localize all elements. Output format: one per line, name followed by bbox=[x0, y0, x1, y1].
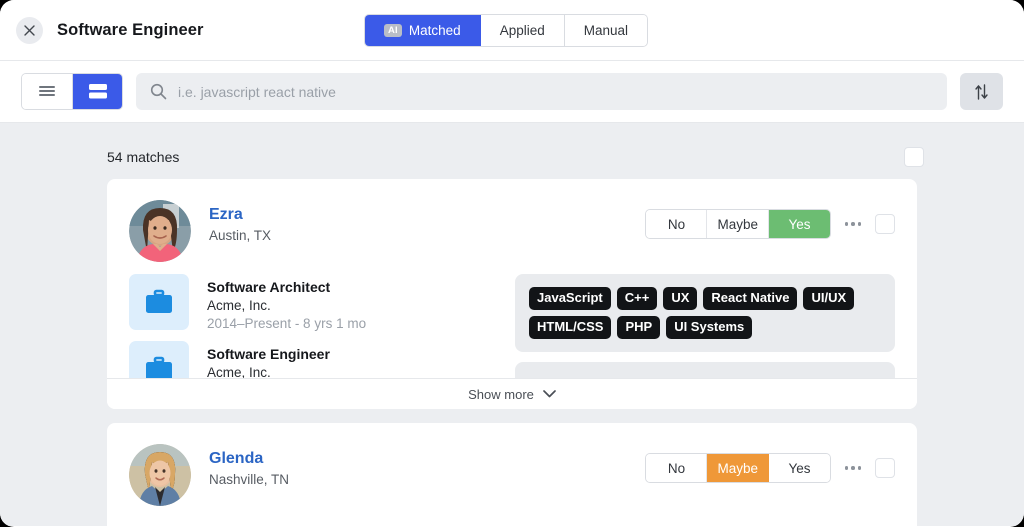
rating-no-button[interactable]: No bbox=[646, 210, 707, 238]
matches-count: 54 matches bbox=[107, 149, 179, 165]
tab-label-manual: Manual bbox=[584, 23, 628, 38]
skill-tag[interactable]: React Native bbox=[703, 287, 797, 310]
view-tabs: AI Matched Applied Manual bbox=[364, 14, 648, 47]
dot-icon bbox=[851, 222, 855, 226]
rating-maybe-button[interactable]: Maybe bbox=[707, 454, 769, 482]
skill-tag[interactable]: UI/UX bbox=[803, 287, 854, 310]
candidate-header: Glenda Nashville, TN No Maybe Yes bbox=[107, 423, 917, 506]
tab-label-applied: Applied bbox=[500, 23, 545, 38]
job-company: Acme, Inc. bbox=[207, 298, 366, 313]
candidate-location: Austin, TX bbox=[209, 228, 645, 243]
close-button[interactable] bbox=[16, 17, 43, 44]
results-area: 54 matches bbox=[0, 123, 1024, 526]
card-view-icon bbox=[87, 83, 109, 100]
candidate-card[interactable]: Ezra Austin, TX No Maybe Yes bbox=[107, 179, 917, 409]
candidate-actions: No Maybe Yes bbox=[645, 444, 895, 483]
more-options-button[interactable] bbox=[831, 222, 875, 226]
show-more-button[interactable]: Show more bbox=[107, 378, 917, 409]
chevron-down-icon bbox=[543, 390, 556, 398]
tab-label-matched: Matched bbox=[409, 23, 461, 38]
tab-ai-matched[interactable]: AI Matched bbox=[365, 15, 481, 46]
job-title: Software Architect bbox=[207, 279, 366, 295]
skills-panel: JavaScript C++ UX React Native UI/UX HTM… bbox=[515, 274, 895, 352]
ai-badge: AI bbox=[384, 24, 402, 38]
candidate-select-checkbox[interactable] bbox=[875, 458, 895, 478]
skill-tag[interactable]: C++ bbox=[617, 287, 658, 310]
candidate-identity: Ezra Austin, TX bbox=[209, 200, 645, 243]
dot-icon bbox=[858, 222, 862, 226]
candidate-card[interactable]: Glenda Nashville, TN No Maybe Yes bbox=[107, 423, 917, 526]
app-header: Software Engineer AI Matched Applied Man… bbox=[0, 0, 1024, 61]
skill-tag[interactable]: PHP bbox=[617, 316, 660, 339]
ezra-avatar-image bbox=[129, 200, 191, 262]
show-more-label: Show more bbox=[468, 387, 534, 402]
more-options-button[interactable] bbox=[831, 466, 875, 470]
tab-applied[interactable]: Applied bbox=[481, 15, 565, 46]
dot-icon bbox=[858, 466, 862, 470]
candidate-select-checkbox[interactable] bbox=[875, 214, 895, 234]
rating-yes-button[interactable]: Yes bbox=[769, 210, 830, 238]
candidate-identity: Glenda Nashville, TN bbox=[209, 444, 645, 487]
skill-tag[interactable]: HTML/CSS bbox=[529, 316, 611, 339]
toolbar bbox=[0, 61, 1024, 123]
rating-group: No Maybe Yes bbox=[645, 453, 831, 483]
tab-manual[interactable]: Manual bbox=[565, 15, 647, 46]
job-dates: 2014–Present - 8 yrs 1 mo bbox=[207, 316, 366, 331]
experience-text: Software Architect Acme, Inc. 2014–Prese… bbox=[207, 274, 366, 331]
list-view-icon bbox=[37, 85, 57, 99]
skill-tag[interactable]: UI Systems bbox=[666, 316, 752, 339]
search-input[interactable] bbox=[178, 84, 933, 100]
page-title: Software Engineer bbox=[57, 21, 204, 40]
avatar[interactable] bbox=[129, 444, 191, 506]
sort-icon bbox=[973, 83, 990, 101]
experience-text: Software Engineer Acme, Inc. bbox=[207, 341, 330, 380]
dot-icon bbox=[845, 222, 849, 226]
skills-list: JavaScript C++ UX React Native UI/UX HTM… bbox=[529, 287, 881, 339]
dot-icon bbox=[845, 466, 849, 470]
candidate-actions: No Maybe Yes bbox=[645, 200, 895, 239]
candidate-location: Nashville, TN bbox=[209, 472, 645, 487]
candidate-name[interactable]: Glenda bbox=[209, 450, 645, 468]
job-title: Software Engineer bbox=[207, 346, 330, 362]
avatar[interactable] bbox=[129, 200, 191, 262]
results-header: 54 matches bbox=[0, 123, 1024, 179]
list-view-button[interactable] bbox=[22, 74, 72, 109]
rating-yes-button[interactable]: Yes bbox=[769, 454, 830, 482]
skill-tag[interactable]: JavaScript bbox=[529, 287, 611, 310]
candidate-header: Ezra Austin, TX No Maybe Yes bbox=[107, 179, 917, 262]
candidate-name[interactable]: Ezra bbox=[209, 206, 645, 224]
card-view-button[interactable] bbox=[72, 74, 122, 109]
experience-item: Software Architect Acme, Inc. 2014–Prese… bbox=[129, 274, 501, 331]
skill-tag[interactable]: UX bbox=[663, 287, 697, 310]
select-all-checkbox[interactable] bbox=[904, 147, 924, 167]
rating-maybe-button[interactable]: Maybe bbox=[707, 210, 769, 238]
briefcase-icon-wrap bbox=[129, 274, 189, 330]
glenda-avatar-image bbox=[129, 444, 191, 506]
dot-icon bbox=[851, 466, 855, 470]
sort-button[interactable] bbox=[960, 73, 1003, 110]
view-mode-toggle bbox=[21, 73, 123, 110]
rating-no-button[interactable]: No bbox=[646, 454, 707, 482]
app-window: Software Engineer AI Matched Applied Man… bbox=[0, 0, 1024, 527]
search-box[interactable] bbox=[136, 73, 947, 110]
rating-group: No Maybe Yes bbox=[645, 209, 831, 239]
search-icon bbox=[150, 83, 167, 100]
briefcase-icon bbox=[144, 289, 174, 316]
close-icon bbox=[24, 25, 35, 36]
